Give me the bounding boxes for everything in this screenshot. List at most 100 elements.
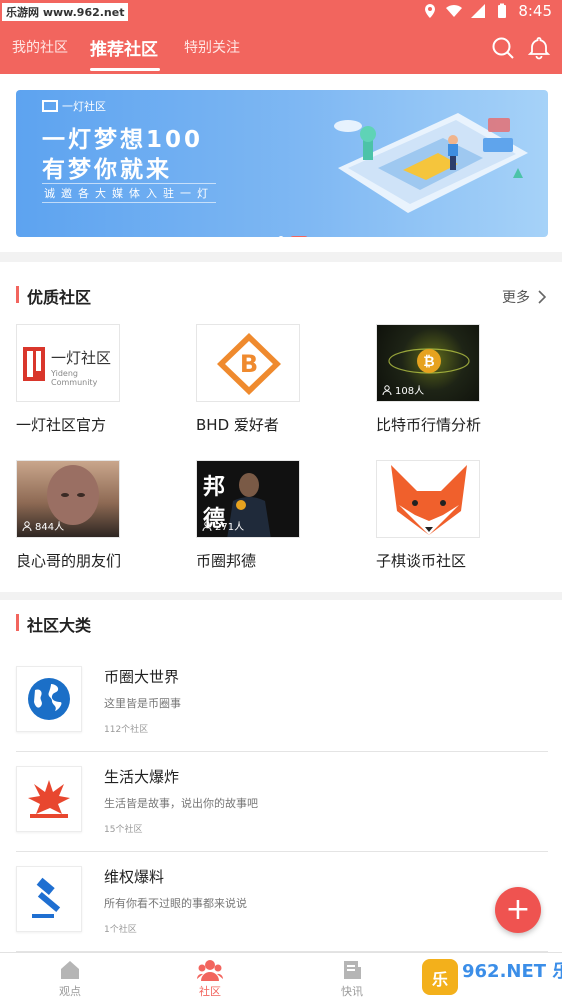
community-card-bond[interactable]: 邦 德 271人 币圈邦德 <box>196 460 366 571</box>
category-count: 15个社区 <box>104 825 143 835</box>
community-card-yideng[interactable]: 一灯社区 Yideng Community 一灯社区官方 <box>16 324 186 435</box>
category-desc: 生活皆是故事，说出你的故事吧 <box>104 797 258 810</box>
member-count-text: 844人 <box>35 522 65 533</box>
quality-communities-section: 优质社区 更多 一灯社区 Yideng Community 一灯社区官方 B B… <box>0 262 562 592</box>
gavel-icon <box>32 877 61 918</box>
nav-item-community[interactable]: 社区 <box>170 959 250 999</box>
site-watermark-text-1: 962.NET 乐游网 <box>462 960 562 982</box>
community-name: 良心哥的朋友们 <box>16 552 122 570</box>
banner-title-line1: 一灯梦想100 <box>42 127 204 153</box>
clock: 8:45 <box>518 2 552 20</box>
bottom-navigation: 观点 社区 快讯 乐 962.NET 乐游网 <box>0 952 562 1002</box>
site-watermark-logo: 乐 962.NET 乐游网 <box>422 959 562 995</box>
community-name: 币圈邦德 <box>196 552 257 570</box>
svg-text:乐: 乐 <box>432 970 448 989</box>
yideng-logo-subtitle: Yideng Community <box>51 369 98 387</box>
yideng-logo-text: 一灯社区 <box>51 349 112 367</box>
category-title: 币圈大世界 <box>104 668 180 686</box>
banner-tagline: 诚邀各大媒体入驻一灯 <box>42 183 216 203</box>
user-icon <box>22 520 32 531</box>
banner-title-line2: 有梦你就来 <box>42 157 172 183</box>
search-icon[interactable] <box>491 36 515 60</box>
yideng-logo: 一灯社区 Yideng Community <box>16 324 120 402</box>
categories-section: 社区大类 币圈大世界 这里皆是币圈事 112个社区 生活大爆炸 生活皆是故事，说… <box>0 600 562 952</box>
battery-icon <box>498 3 507 18</box>
status-icons: 8:45 <box>422 2 552 20</box>
member-count: 844人 <box>22 518 64 533</box>
user-icon <box>202 520 212 531</box>
nav-label: 社区 <box>199 985 221 998</box>
create-post-button[interactable]: + <box>495 887 541 933</box>
nav-label: 观点 <box>59 985 81 998</box>
member-count-text: 108人 <box>395 386 425 397</box>
section-title-quality: 优质社区 <box>16 284 91 308</box>
status-bar: 乐游网 www.962.net 8:45 <box>0 0 562 24</box>
more-label: 更多 <box>502 290 530 306</box>
fox-icon <box>391 465 467 535</box>
tab-my-community[interactable]: 我的社区 <box>12 37 68 57</box>
tab-recommended[interactable]: 推荐社区 <box>90 35 158 60</box>
tab-following[interactable]: 特别关注 <box>184 37 240 57</box>
community-name: BHD 爱好者 <box>196 416 279 434</box>
category-desc: 所有你看不过眼的事都来说说 <box>104 897 247 910</box>
category-title: 维权爆料 <box>104 868 165 886</box>
yideng-logo-icon <box>42 100 58 112</box>
banner-dot-2[interactable] <box>290 236 308 237</box>
community-name: 一灯社区官方 <box>16 416 107 434</box>
category-title: 生活大爆炸 <box>104 768 180 786</box>
community-icon <box>197 960 223 981</box>
bell-icon[interactable] <box>527 36 551 60</box>
category-desc: 这里皆是币圈事 <box>104 697 181 710</box>
community-card-liangxin[interactable]: 844人 良心哥的朋友们 <box>16 460 186 571</box>
community-card-bhd[interactable]: B BHD 爱好者 <box>196 324 366 435</box>
home-icon <box>61 961 79 979</box>
news-icon <box>344 961 361 979</box>
watermark-label: 乐游网 www.962.net <box>2 3 129 21</box>
wifi-icon <box>446 4 463 17</box>
app-header: 乐游网 www.962.net 8:45 我的社区 推荐社区 特别关注 <box>0 0 562 74</box>
top-tabs: 我的社区 推荐社区 特别关注 <box>0 26 562 74</box>
promo-banner[interactable]: 一灯社区 一灯梦想100 有梦你就来 诚邀各大媒体入驻一灯 <box>16 90 548 237</box>
bond-image: 邦 德 271人 <box>196 460 300 538</box>
svg-text:B: B <box>240 350 258 378</box>
banner-section: 一灯社区 一灯梦想100 有梦你就来 诚邀各大媒体入驻一灯 <box>0 74 562 252</box>
fox-logo <box>376 460 480 538</box>
signal-icon <box>471 4 486 18</box>
explosion-icon-tile <box>16 766 82 832</box>
community-card-ziqi[interactable]: 子棋谈币社区 <box>376 460 546 571</box>
location-icon <box>425 4 436 18</box>
community-card-btc-analysis[interactable]: ₿ 108人 比特币行情分析 <box>376 324 546 435</box>
bhd-coin-icon: B <box>217 333 281 395</box>
banner-logo-text: 一灯社区 <box>62 100 106 113</box>
category-item-rights-report[interactable]: 维权爆料 所有你看不过眼的事都来说说 1个社区 <box>16 852 548 952</box>
liangxin-image: 844人 <box>16 460 120 538</box>
community-name: 子棋谈币社区 <box>376 552 467 570</box>
community-name: 比特币行情分析 <box>376 416 482 434</box>
nav-item-viewpoints[interactable]: 观点 <box>30 959 110 999</box>
member-count: 271人 <box>202 518 244 533</box>
chevron-right-icon <box>538 290 546 304</box>
phone-illustration-icon <box>334 113 528 213</box>
category-count: 1个社区 <box>104 925 137 935</box>
bhd-logo: B <box>196 324 300 402</box>
banner-pagination <box>278 236 308 237</box>
section-title-categories: 社区大类 <box>16 612 91 636</box>
more-link[interactable]: 更多 <box>502 287 546 307</box>
banner-logo: 一灯社区 <box>42 98 106 114</box>
nav-item-newsflash[interactable]: 快讯 <box>312 959 392 999</box>
category-item-life-bang[interactable]: 生活大爆炸 生活皆是故事，说出你的故事吧 15个社区 <box>16 752 548 852</box>
btc-analysis-image: ₿ 108人 <box>376 324 480 402</box>
user-icon <box>382 384 392 395</box>
explosion-icon <box>28 780 70 818</box>
category-item-crypto-world[interactable]: 币圈大世界 这里皆是币圈事 112个社区 <box>16 652 548 752</box>
gavel-icon-tile <box>16 866 82 932</box>
active-tab-indicator <box>90 68 160 71</box>
svg-text:₿: ₿ <box>423 354 434 370</box>
globe-icon <box>28 678 70 720</box>
banner-dot-1[interactable] <box>278 236 284 237</box>
globe-icon-tile <box>16 666 82 732</box>
nav-label: 快讯 <box>341 985 363 998</box>
category-count: 112个社区 <box>104 725 149 735</box>
member-count-text: 271人 <box>215 522 245 533</box>
member-count: 108人 <box>382 382 424 397</box>
